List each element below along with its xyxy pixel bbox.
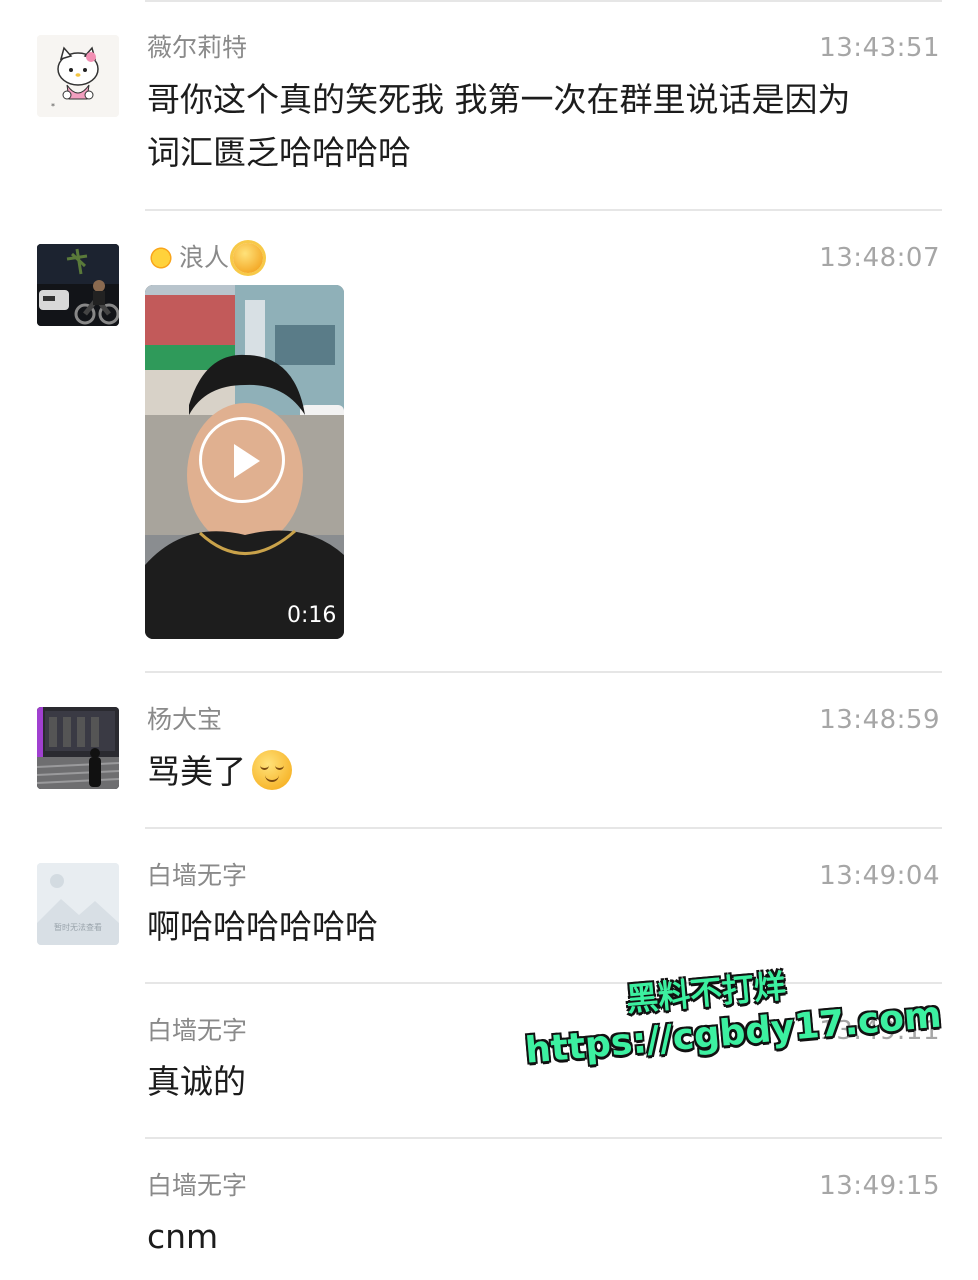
sender-name-text: 浪人 [179,243,230,272]
divider [145,209,942,211]
avatar-placeholder-text: 暂时无法查看 [54,923,102,932]
play-button[interactable] [199,417,285,503]
sender-name[interactable]: 白墙无字 [147,860,247,892]
sun-emoji-icon [147,244,175,272]
message-time: 13:43:51 [819,33,940,63]
motorcycle-photo-avatar-icon [37,244,119,326]
sender-name[interactable]: 白墙无字 [147,1170,247,1202]
play-icon [234,444,260,478]
message-text-line: 词汇匮乏哈哈哈哈 [147,133,411,172]
svg-text:*: * [51,102,55,111]
message-text: 骂美了 [147,745,937,798]
sender-name[interactable]: 薇尔莉特 [147,32,247,64]
message-time: 13:48:07 [819,243,940,273]
message-text-line: 哥你这个真的笑死我 我第一次在群里说话是因为 [147,80,851,119]
message-text: 啊哈哈哈哈哈哈 [147,907,378,946]
hello-kitty-avatar-icon: * [37,35,119,117]
avatar[interactable] [37,707,119,789]
message-text: cnm [147,1217,219,1256]
message-time: 13:49:04 [819,861,940,891]
message-text: 哥你这个真的笑死我 我第一次在群里说话是因为 词汇匮乏哈哈哈哈 [147,73,937,179]
sun-with-face-emoji-icon [233,243,264,273]
sender-name[interactable]: 浪人 [147,242,264,274]
message-time: 13:49:15 [819,1171,940,1201]
divider [145,827,942,829]
message-text-content: 骂美了 [147,752,246,791]
divider [145,671,942,673]
divider [145,1137,942,1139]
video-duration: 0:16 [287,603,337,628]
street-photo-avatar-icon [37,707,119,789]
avatar[interactable]: * [37,35,119,117]
divider [145,0,942,2]
avatar[interactable] [37,244,119,326]
sender-name[interactable]: 杨大宝 [147,704,222,736]
message-time: 13:48:59 [819,705,940,735]
sender-name[interactable]: 白墙无字 [147,1015,247,1047]
avatar[interactable]: 暂时无法查看 [37,863,119,945]
relieved-face-emoji-icon [252,750,292,790]
